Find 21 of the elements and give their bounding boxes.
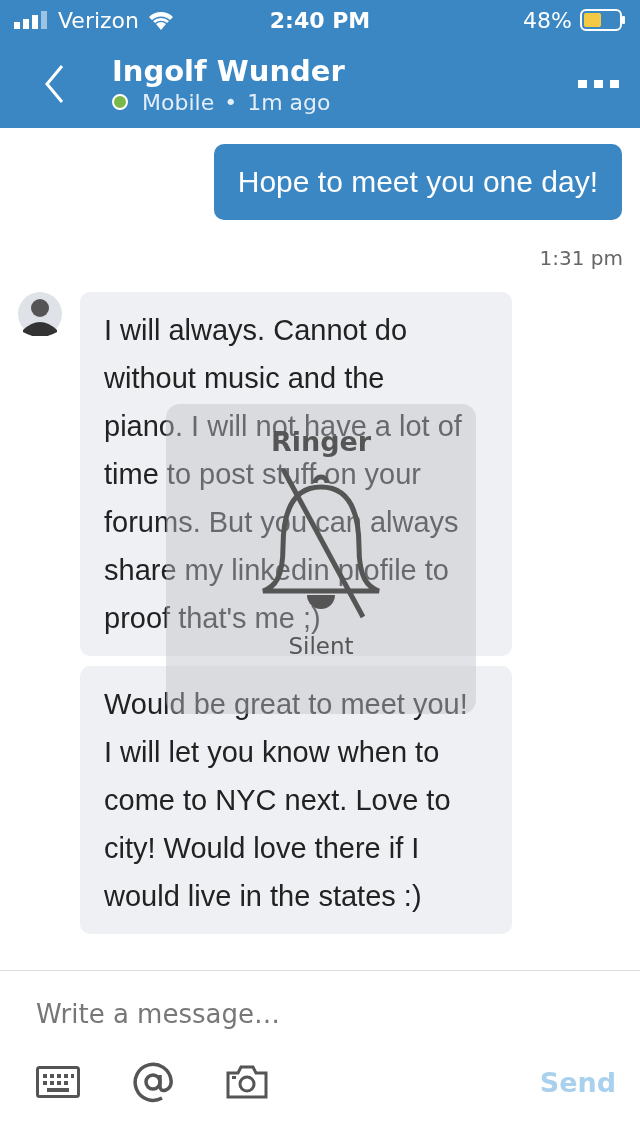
back-icon[interactable] [44, 64, 64, 104]
message-bubble: Hope to meet you one day! [213, 144, 622, 220]
clock-time: 2:40 PM [269, 7, 371, 33]
battery-icon [580, 9, 626, 31]
message-bubble: Would be great to meet you! I will let you know when to come to NYC next. Love to city! Would love there if I would live in the states :) [80, 666, 512, 934]
camera-icon[interactable] [226, 1065, 268, 1099]
separator-dot: • [224, 89, 238, 115]
avatar-icon[interactable] [18, 292, 62, 336]
message-time: 1:31 pm [539, 246, 623, 270]
more-icon[interactable] [578, 79, 620, 89]
ringer-mode: Silent [288, 633, 354, 659]
message-field[interactable]: Write a message… [36, 993, 596, 1035]
carrier-name: Verizon [58, 7, 139, 33]
signal-icon [14, 11, 50, 29]
keyboard-icon[interactable] [36, 1066, 80, 1098]
contact-name: Ingolf Wunder [112, 53, 346, 88]
battery-percentage: 48% [523, 7, 572, 33]
mention-icon[interactable] [132, 1061, 174, 1103]
device-label: Mobile [142, 89, 215, 115]
wifi-icon [147, 10, 175, 30]
last-seen: 1m ago [247, 89, 331, 115]
